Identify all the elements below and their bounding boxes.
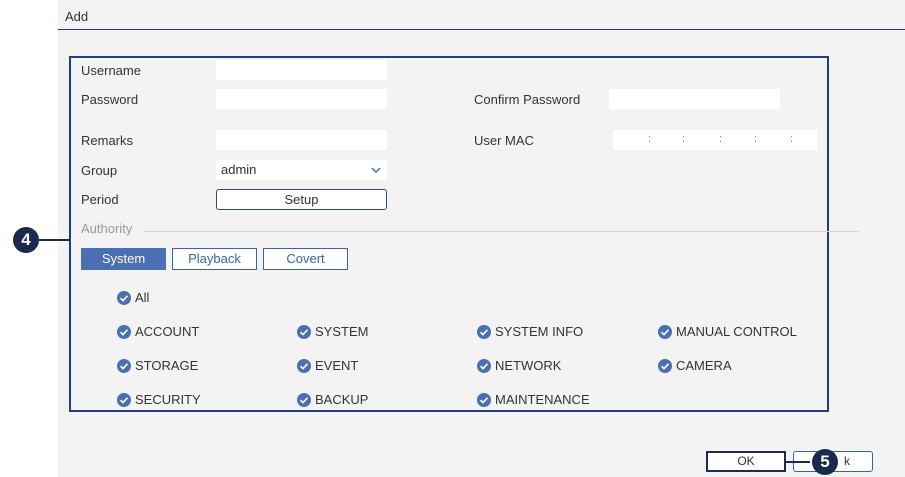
ok-button[interactable]: OK (706, 451, 786, 472)
permission-label: SYSTEM INFO (495, 324, 584, 339)
confirm-password-label: Confirm Password (474, 92, 581, 107)
checkmark-icon (477, 359, 491, 373)
group-select-value: admin (221, 162, 257, 177)
remarks-input[interactable] (216, 130, 387, 150)
mac-separator: : (648, 133, 652, 145)
callout-line-5 (786, 461, 810, 463)
tab-system[interactable]: System (81, 248, 166, 270)
tab-covert[interactable]: Covert (263, 248, 348, 270)
user-mac-field[interactable]: : : : : : (613, 130, 817, 150)
group-label: Group (81, 163, 118, 178)
checkmark-icon (477, 393, 491, 407)
checkmark-icon (658, 325, 672, 339)
authority-divider (143, 231, 859, 232)
permission-label: MAINTENANCE (495, 392, 590, 407)
password-input[interactable] (216, 89, 387, 109)
mac-separator: : (790, 133, 794, 145)
setup-button[interactable]: Setup (216, 189, 387, 210)
permission-label: BACKUP (315, 392, 369, 407)
permission-label: SECURITY (135, 392, 201, 407)
password-label: Password (81, 92, 139, 107)
permission-label: EVENT (315, 358, 359, 373)
checkmark-icon (477, 325, 491, 339)
checkmark-icon (117, 325, 131, 339)
callout-badge-5: 5 (812, 449, 838, 475)
callout-line-4 (39, 239, 70, 241)
mac-separator: : (754, 133, 758, 145)
group-select[interactable]: admin (216, 160, 387, 180)
username-input[interactable] (216, 60, 387, 80)
permission-label: All (135, 290, 150, 305)
permission-label: SYSTEM (315, 324, 369, 339)
checkmark-icon (117, 393, 131, 407)
tab-playback[interactable]: Playback (172, 248, 257, 270)
checkmark-icon (117, 291, 131, 305)
checkmark-icon (117, 359, 131, 373)
permission-label: MANUAL CONTROL (676, 324, 797, 339)
permission-label: CAMERA (676, 358, 732, 373)
checkmark-icon (297, 393, 311, 407)
authority-label: Authority (81, 221, 133, 236)
permission-label: STORAGE (135, 358, 199, 373)
mac-separator: : (682, 133, 686, 145)
username-label: Username (81, 63, 141, 78)
checkmark-icon (297, 359, 311, 373)
mac-separator: : (719, 133, 723, 145)
user-mac-label: User MAC (474, 133, 534, 148)
title-divider (58, 29, 905, 30)
permission-label: NETWORK (495, 358, 562, 373)
checkmark-icon (297, 325, 311, 339)
checkmark-icon (658, 359, 672, 373)
chevron-down-icon (371, 167, 381, 174)
period-label: Period (81, 192, 119, 207)
callout-badge-4: 4 (13, 227, 39, 253)
confirm-password-input[interactable] (609, 89, 780, 109)
dialog-title: Add (65, 9, 89, 24)
permission-label: ACCOUNT (135, 324, 200, 339)
remarks-label: Remarks (81, 133, 134, 148)
